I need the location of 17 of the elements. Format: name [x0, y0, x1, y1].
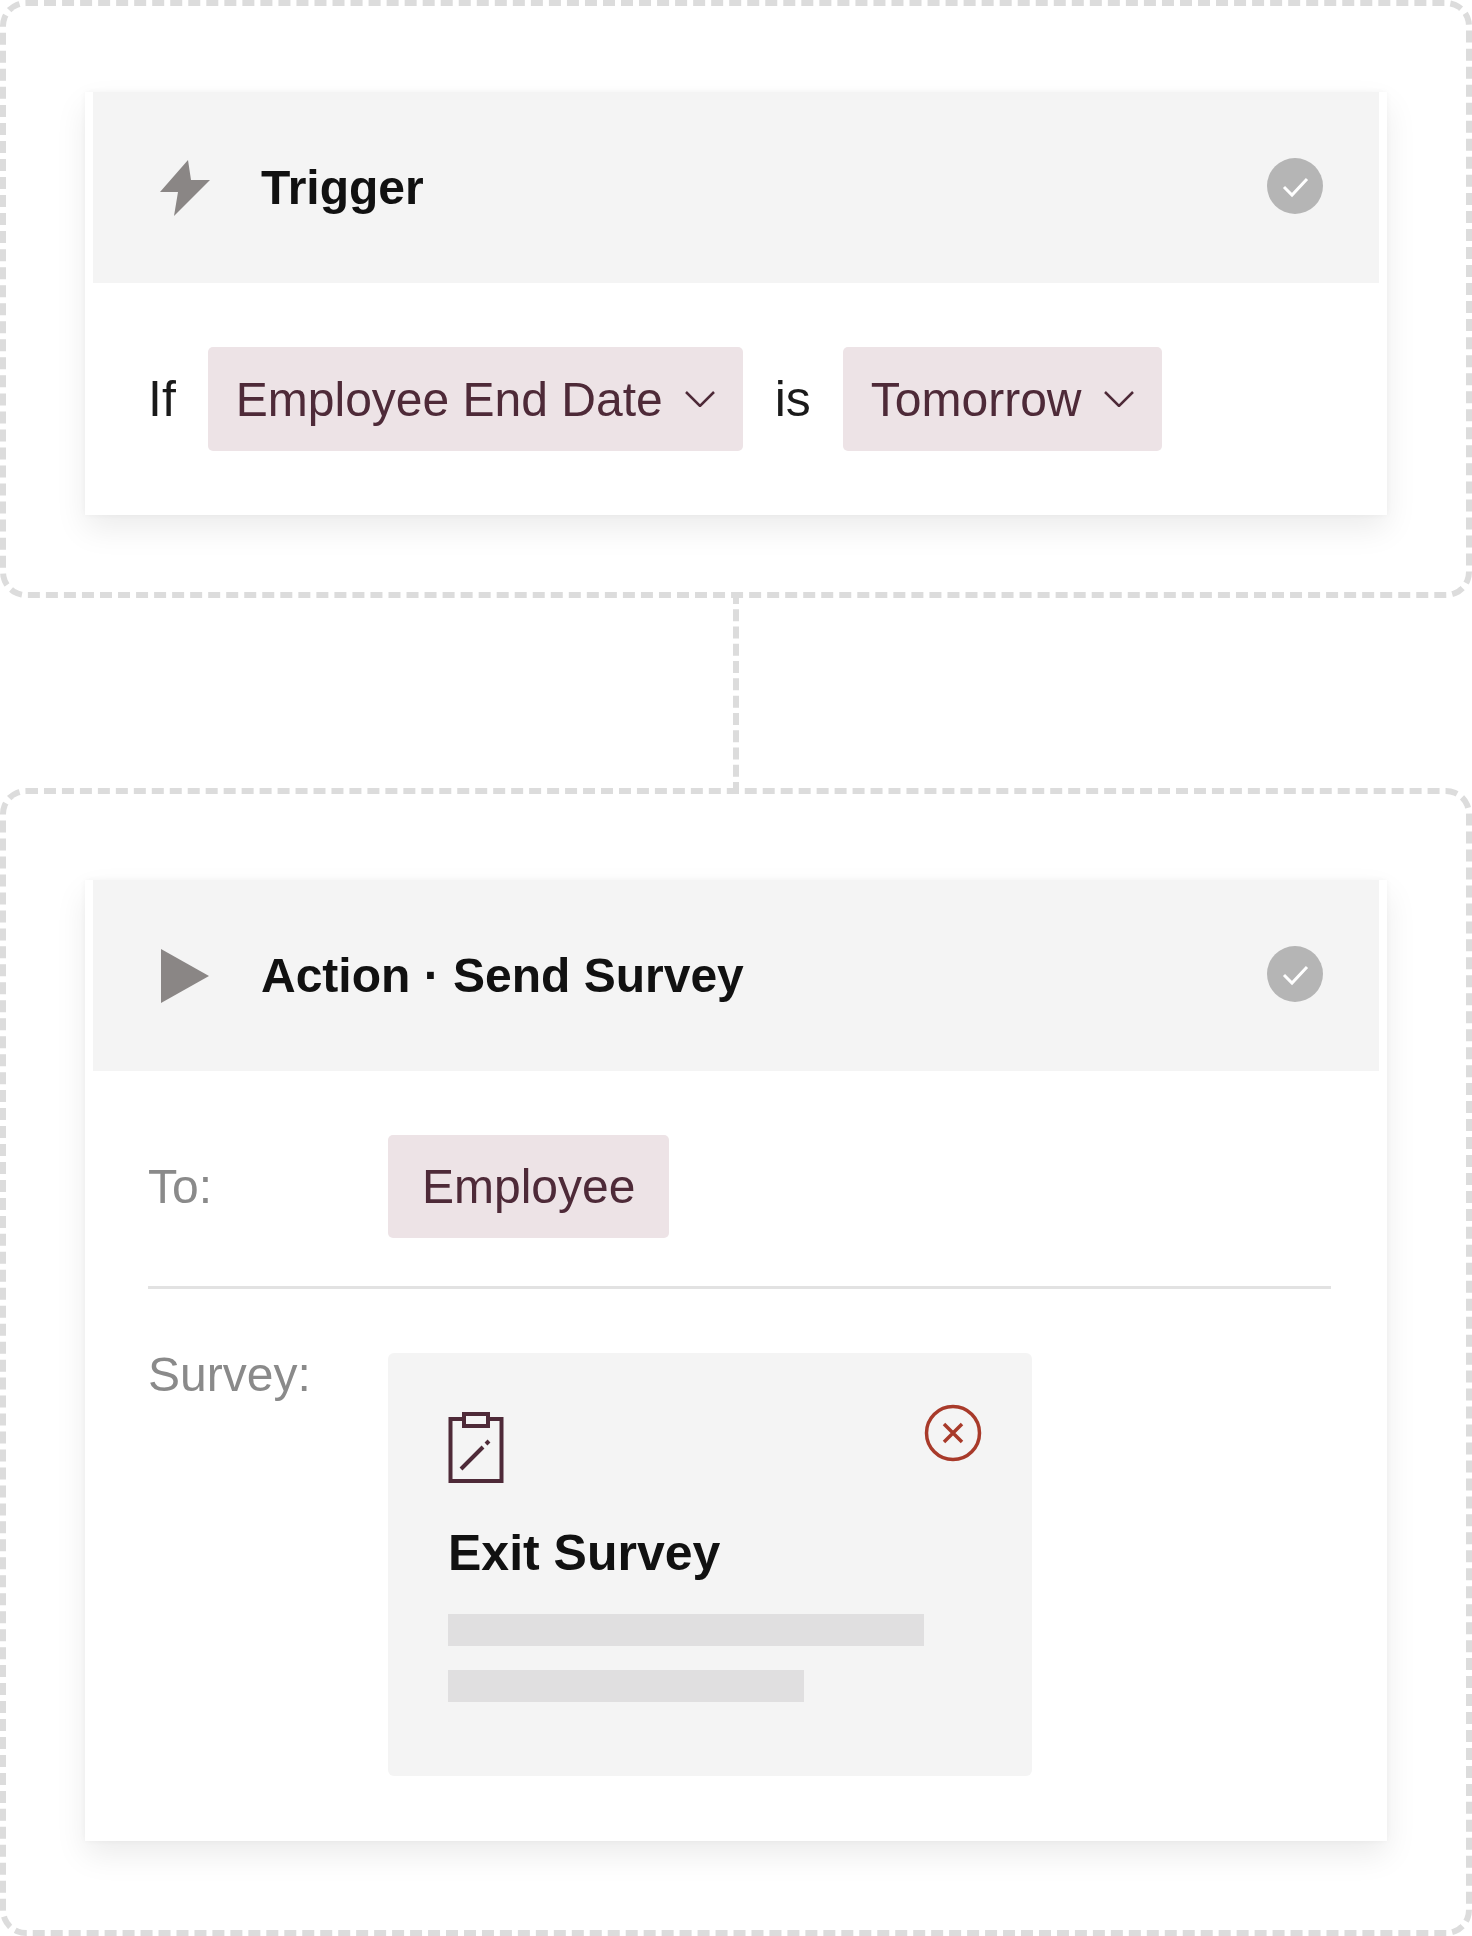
recipient-chip[interactable]: Employee [388, 1135, 670, 1238]
dropdown[interactable]: Employee End Date [207, 347, 743, 451]
survey-card[interactable]: Exit Survey [388, 1353, 1032, 1776]
chevron-down-icon [684, 391, 715, 407]
field-label: To: [148, 1159, 214, 1215]
play-icon [161, 948, 209, 1003]
condition-text: is [774, 370, 811, 428]
chevron-down-icon [1103, 391, 1134, 407]
lightning-icon [160, 159, 210, 216]
close-icon[interactable] [924, 1404, 982, 1462]
step-title: Trigger [261, 160, 425, 215]
clipboard-pencil-icon [448, 1412, 504, 1484]
condition-text: If [148, 370, 176, 428]
survey-title: Exit Survey [448, 1524, 722, 1582]
step-title: Action · Send Survey [261, 948, 745, 1003]
dropdown[interactable]: Tomorrow [842, 347, 1162, 451]
field-label: Survey: [148, 1347, 312, 1402]
